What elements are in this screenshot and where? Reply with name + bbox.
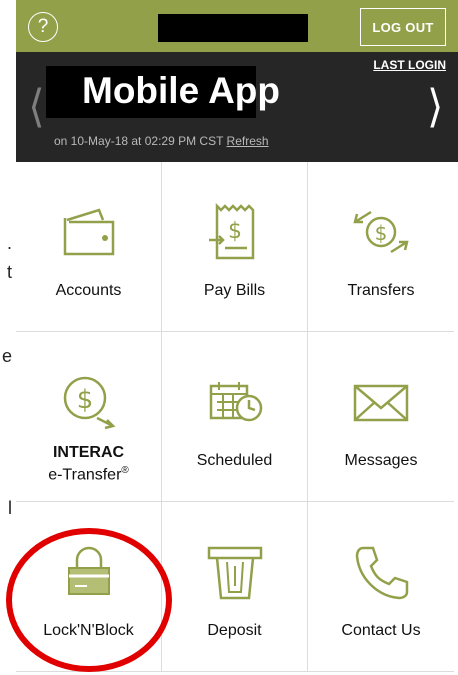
tile-messages[interactable]: Messages (308, 332, 454, 502)
atm-deposit-icon (207, 546, 262, 600)
wallet-icon (63, 208, 114, 256)
background-text-fragment: l (8, 498, 12, 518)
calendar-clock-icon (209, 382, 262, 422)
redacted-username (158, 14, 308, 42)
account-banner: LAST LOGIN ❬ ❭ Mobile App on 10-May-18 a… (16, 52, 458, 162)
tile-label: Contact Us (341, 622, 421, 639)
svg-text:$: $ (375, 221, 388, 245)
background-text-fragment: t (6, 262, 12, 282)
updated-timestamp: on 10-May-18 at 02:29 PM CST (54, 134, 224, 148)
interac-label-line1: INTERAC (52, 444, 125, 461)
mobile-app-screen: ? LOG OUT LAST LOGIN ❬ ❭ Mobile App on 1… (16, 0, 458, 675)
registered-mark: ® (121, 465, 129, 476)
tile-label: Transfers (347, 282, 415, 299)
tile-label: Messages (344, 452, 418, 469)
tile-transfers[interactable]: $ Transfers (308, 162, 454, 332)
refresh-link[interactable]: Refresh (227, 134, 269, 148)
tile-interac-etransfer[interactable]: $ INTERAC e-Transfer® (16, 332, 162, 502)
tile-label: Deposit (207, 622, 262, 639)
tile-label: Accounts (55, 282, 122, 299)
menu-grid: Accounts $ Pay Bills $ Transfers $ INTER… (16, 162, 458, 675)
transfer-icon: $ (353, 210, 409, 254)
etransfer-icon: $ (63, 376, 115, 430)
tile-deposit[interactable]: Deposit (162, 502, 308, 672)
tile-label: Scheduled (196, 452, 273, 469)
tile-label: Pay Bills (203, 282, 266, 299)
chevron-right-icon[interactable]: ❭ (425, 82, 445, 128)
envelope-icon (353, 384, 409, 422)
tile-scheduled[interactable]: Scheduled (162, 332, 308, 502)
last-login-link[interactable]: LAST LOGIN (373, 58, 446, 72)
tile-pay-bills[interactable]: $ Pay Bills (162, 162, 308, 332)
logout-button[interactable]: LOG OUT (360, 8, 446, 46)
last-updated-text: on 10-May-18 at 02:29 PM CST Refresh (54, 134, 269, 148)
chevron-left-icon[interactable]: ❬ (27, 82, 47, 128)
background-text-fragment: e (1, 346, 12, 366)
banner-title: Mobile App (82, 70, 280, 111)
tile-contact-us[interactable]: Contact Us (308, 502, 454, 672)
lock-card-icon (67, 546, 110, 595)
interac-label-line2: e-Transfer (48, 466, 122, 484)
help-icon[interactable]: ? (28, 12, 58, 42)
phone-icon (355, 546, 409, 600)
top-bar: ? LOG OUT (16, 0, 458, 52)
tile-accounts[interactable]: Accounts (16, 162, 162, 332)
background-text-fragment: . (6, 233, 12, 253)
svg-text:$: $ (228, 219, 242, 244)
tile-lock-n-block[interactable]: Lock'N'Block (16, 502, 162, 672)
svg-text:$: $ (76, 385, 93, 415)
bill-icon: $ (208, 202, 254, 260)
tile-label: INTERAC e-Transfer® (16, 444, 161, 484)
tile-label: Lock'N'Block (43, 622, 134, 639)
